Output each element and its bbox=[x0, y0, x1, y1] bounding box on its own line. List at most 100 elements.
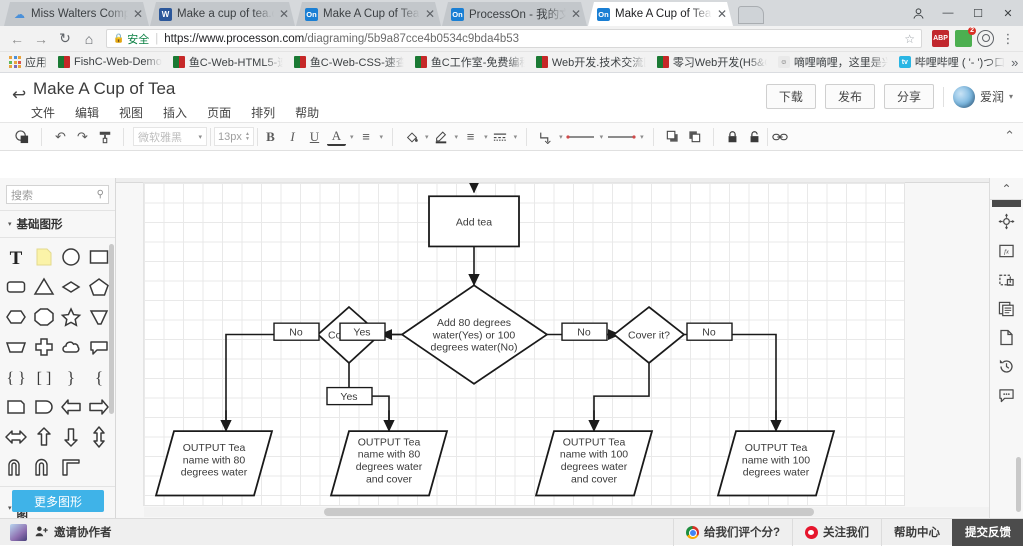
bookmark-item[interactable]: Web开发.技术交流区 bbox=[531, 53, 651, 71]
node-water-decision[interactable]: Add 80 degrees water(Yes) or 100 degrees… bbox=[400, 284, 549, 385]
cloud-shape[interactable] bbox=[58, 333, 86, 361]
node-add-tea[interactable]: Add tea bbox=[428, 195, 520, 248]
follow-us-button[interactable]: 关注我们 bbox=[792, 518, 881, 546]
horizontal-scrollbar[interactable] bbox=[144, 507, 989, 517]
profile-avatar-icon[interactable] bbox=[977, 30, 994, 47]
line-end-icon[interactable] bbox=[606, 127, 636, 146]
canvas-area[interactable]: Add tea Add 80 degrees water(Yes) or 100… bbox=[116, 178, 1023, 518]
edge-label-no-mid[interactable]: No bbox=[561, 322, 608, 341]
node-output-100-cover[interactable]: OUTPUT Tea name with 100 degrees water a… bbox=[534, 430, 654, 497]
back-to-files-icon[interactable]: ↩ bbox=[12, 85, 26, 105]
u-turn-arrow-2-shape[interactable] bbox=[30, 453, 58, 481]
window-close-button[interactable]: ✕ bbox=[993, 0, 1023, 26]
down-arrow-shape[interactable] bbox=[58, 423, 86, 451]
left-arrow-shape[interactable] bbox=[58, 393, 86, 421]
minimize-button[interactable]: — bbox=[933, 0, 963, 26]
browser-tab-5-active[interactable]: On Make A Cup of Tea - Pr ✕ bbox=[588, 2, 733, 26]
connector-icon[interactable] bbox=[536, 127, 555, 146]
bookmark-item[interactable]: tv 哔哩哔哩 ( '- ')つ口 bbox=[894, 53, 1010, 71]
send-to-back-icon[interactable] bbox=[685, 127, 704, 146]
menu-item-help[interactable]: 帮助 bbox=[292, 102, 322, 123]
format-painter-icon[interactable] bbox=[95, 127, 114, 146]
forward-icon[interactable]: → bbox=[30, 28, 52, 50]
text-shape[interactable]: T bbox=[2, 243, 30, 271]
share-button[interactable]: 分享 bbox=[883, 84, 934, 109]
bold-button[interactable]: B bbox=[261, 127, 280, 146]
page-icon[interactable] bbox=[990, 323, 1023, 352]
browser-tab-3[interactable]: On Make A Cup of Tea - Pr ✕ bbox=[296, 2, 441, 26]
maximize-button[interactable]: ☐ bbox=[963, 0, 993, 26]
chevron-down-icon[interactable]: ▾ bbox=[559, 133, 563, 141]
triangle-shape[interactable] bbox=[30, 273, 58, 301]
rate-us-button[interactable]: 给我们评个分? bbox=[672, 518, 792, 546]
browser-tab-1[interactable]: ☁ Miss Walters Computer ✕ bbox=[4, 2, 149, 26]
new-tab-button[interactable] bbox=[738, 6, 764, 24]
align-icon[interactable] bbox=[990, 207, 1023, 236]
reload-icon[interactable]: ↻ bbox=[54, 28, 76, 50]
chevron-down-icon[interactable]: ▾ bbox=[640, 133, 644, 141]
line-start-icon[interactable] bbox=[566, 127, 596, 146]
format-panel-icon[interactable]: fx bbox=[990, 236, 1023, 265]
download-button[interactable]: 下载 bbox=[765, 84, 816, 109]
shape-panel-scrollbar[interactable] bbox=[109, 244, 114, 414]
search-input[interactable]: 搜索 ⚲ bbox=[6, 185, 109, 204]
bookmark-apps[interactable]: 应用 bbox=[4, 53, 52, 71]
undo-icon[interactable]: ↶ bbox=[51, 127, 70, 146]
bookmark-item[interactable]: ☺ 嘀哩嘀哩，这里是兴 bbox=[773, 53, 893, 71]
diagram-canvas[interactable]: Add tea Add 80 degrees water(Yes) or 100… bbox=[144, 183, 904, 505]
scrollbar-thumb[interactable] bbox=[324, 508, 814, 516]
user-menu[interactable]: 爱润 ▾ bbox=[952, 85, 1013, 108]
back-icon[interactable]: ← bbox=[6, 28, 28, 50]
hexagon-shape[interactable] bbox=[2, 303, 30, 331]
node-output-80-cover[interactable]: OUTPUT Tea name with 80 degrees water an… bbox=[329, 430, 449, 497]
address-bar[interactable]: 🔒 安全 | https://www.processon.com/diagram… bbox=[106, 29, 922, 48]
note-shape[interactable] bbox=[30, 243, 58, 271]
text-align-button[interactable]: ≡ bbox=[357, 127, 376, 146]
lock-icon[interactable] bbox=[723, 127, 742, 146]
right-brace-shape[interactable]: } bbox=[58, 363, 86, 391]
page-title[interactable]: Make A Cup of Tea bbox=[33, 79, 175, 99]
bookmark-item[interactable]: 鱼C-Web-HTML5-速 bbox=[168, 53, 288, 71]
trapezoid-shape[interactable] bbox=[2, 333, 30, 361]
half-round-shape[interactable] bbox=[30, 393, 58, 421]
card-shape[interactable] bbox=[2, 393, 30, 421]
close-icon[interactable]: ✕ bbox=[133, 8, 143, 20]
invite-collaborator-button[interactable]: 邀请协作者 bbox=[35, 524, 112, 540]
more-shapes-button[interactable]: 更多图形 bbox=[12, 490, 104, 512]
menu-item-edit[interactable]: 编辑 bbox=[72, 102, 102, 123]
chevron-down-icon[interactable]: ▾ bbox=[350, 133, 354, 141]
bookmark-item[interactable]: FishC-Web-Demo bbox=[53, 55, 167, 69]
chevron-down-icon[interactable]: ▾ bbox=[484, 133, 488, 141]
right-rail-scrollbar[interactable] bbox=[1016, 457, 1021, 512]
line-style-icon[interactable] bbox=[491, 127, 510, 146]
close-icon[interactable]: ✕ bbox=[717, 8, 727, 20]
unlock-icon[interactable] bbox=[745, 127, 764, 146]
link-icon[interactable] bbox=[771, 127, 790, 146]
fill-bucket-icon[interactable] bbox=[402, 127, 421, 146]
edge-label-yes-left[interactable]: Yes bbox=[339, 322, 386, 341]
underline-button[interactable]: U bbox=[305, 127, 324, 146]
menu-item-insert[interactable]: 插入 bbox=[160, 102, 190, 123]
menu-item-view[interactable]: 视图 bbox=[116, 102, 146, 123]
brace-pair-shape[interactable]: { } bbox=[2, 363, 30, 391]
u-turn-arrow-shape[interactable] bbox=[2, 453, 30, 481]
close-icon[interactable]: ✕ bbox=[425, 8, 435, 20]
user-avatar[interactable] bbox=[10, 523, 27, 541]
redo-icon[interactable]: ↷ bbox=[73, 127, 92, 146]
edge-label-yes-lower[interactable]: Yes bbox=[326, 386, 373, 406]
bookmark-item[interactable]: 鱼C-Web-CSS-速查 bbox=[289, 53, 409, 71]
node-output-100[interactable]: OUTPUT Tea name with 100 degrees water bbox=[716, 430, 836, 497]
up-down-arrow-shape[interactable] bbox=[85, 423, 113, 451]
resize-icon[interactable] bbox=[990, 265, 1023, 294]
chevron-down-icon[interactable]: ▾ bbox=[514, 133, 518, 141]
circle-shape[interactable] bbox=[58, 243, 86, 271]
edge-label-no-right[interactable]: No bbox=[686, 322, 733, 341]
rounded-rect-shape[interactable] bbox=[2, 273, 30, 301]
layers-icon[interactable] bbox=[990, 294, 1023, 323]
up-arrow-shape[interactable] bbox=[30, 423, 58, 451]
node-output-80[interactable]: OUTPUT Tea name with 80 degrees water bbox=[154, 430, 274, 497]
comment-icon[interactable] bbox=[990, 381, 1023, 410]
account-icon[interactable] bbox=[903, 0, 933, 26]
theme-icon[interactable] bbox=[13, 127, 32, 146]
bring-to-front-icon[interactable] bbox=[663, 127, 682, 146]
